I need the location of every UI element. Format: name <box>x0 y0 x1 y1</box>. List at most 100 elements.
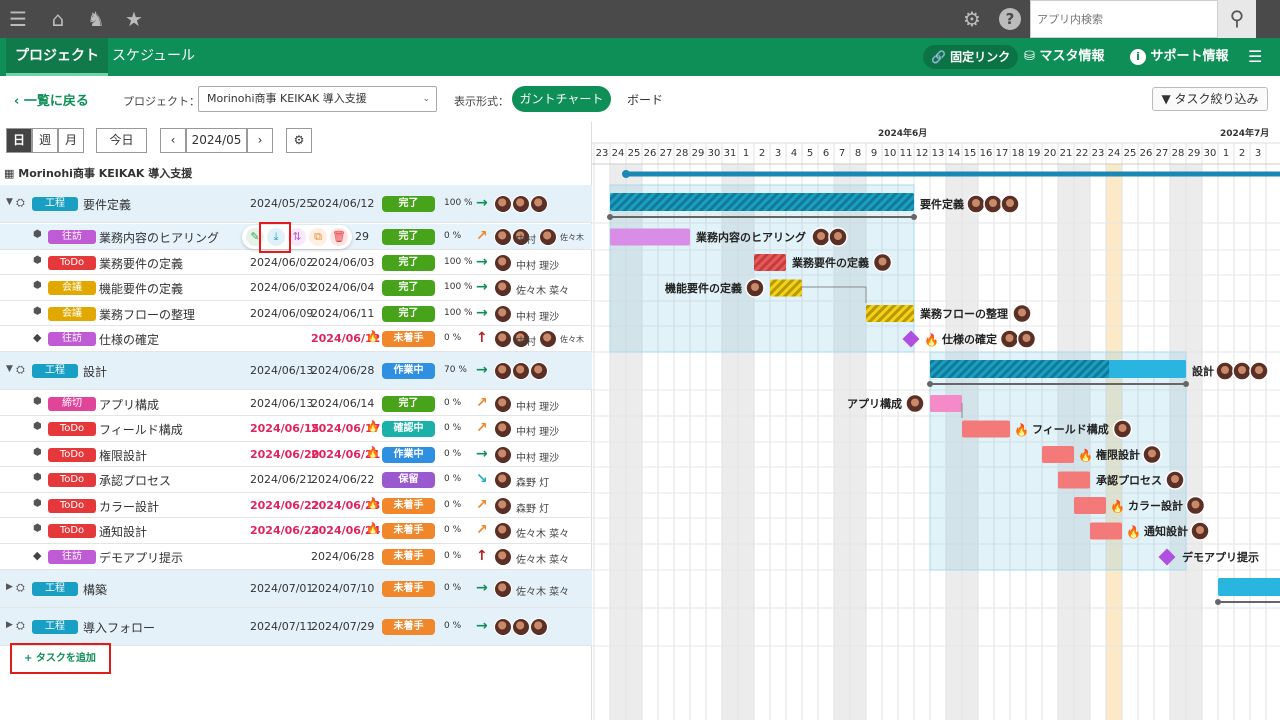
day-view-button[interactable]: 日 <box>6 128 32 153</box>
day-label: 23 <box>1092 148 1105 159</box>
task-title[interactable]: 構築 <box>83 581 107 598</box>
end-date: 2024/06/03 <box>311 255 375 269</box>
task-row[interactable]: ⬢ ToDo 承認プロセス 2024/06/21 2024/06/22 保留 0 % ↘ 森野 … <box>0 467 592 493</box>
hamburger-icon[interactable]: ☰ <box>1248 38 1262 76</box>
gantt-chart-toggle[interactable]: ガントチャート <box>512 86 611 112</box>
search-input[interactable] <box>1031 1 1211 37</box>
delete-icon[interactable]: 🗑 <box>330 228 348 246</box>
assignee-name: 森野 灯 <box>516 503 550 515</box>
cube-icon: ⬢ <box>33 305 42 317</box>
month-display[interactable]: 2024/05 <box>186 128 247 153</box>
task-title[interactable]: 権限設計 <box>99 447 147 464</box>
expand-toggle-icon[interactable]: ▶ <box>6 582 13 592</box>
task-filter-button[interactable]: ▼ タスク絞り込み <box>1152 87 1268 111</box>
next-month-button[interactable]: › <box>247 128 273 153</box>
master-info-link[interactable]: ⛁ マスタ情報 <box>1024 38 1104 76</box>
task-title[interactable]: 要件定義 <box>83 196 131 213</box>
settings-button[interactable]: ⚙ <box>286 128 312 153</box>
day-label: 26 <box>644 148 657 159</box>
task-title[interactable]: 導入フォロー <box>83 619 155 636</box>
star-icon[interactable]: ★ <box>122 7 146 31</box>
status-badge[interactable]: 完了 <box>382 280 435 296</box>
task-row[interactable]: ⬢ ToDo フィールド構成 2024/06/15 2024/06/17 🔥 確認中 0 % ↗… <box>0 416 592 442</box>
tab-schedule[interactable]: スケジュール <box>112 38 195 76</box>
gear-icon[interactable]: ⚙ <box>960 7 984 31</box>
task-title[interactable]: フィールド構成 <box>99 421 183 438</box>
trend-arrow-icon: ↗ <box>476 394 488 411</box>
task-title[interactable]: 業務内容のヒアリング <box>99 229 219 246</box>
task-row[interactable]: ⬢ 会議 業務フローの整理 2024/06/09 2024/06/11 完了 100 % → 中… <box>0 301 592 326</box>
board-toggle[interactable]: ボード <box>627 91 663 108</box>
week-view-button[interactable]: 週 <box>32 128 58 153</box>
progress-percent: 100 % <box>444 256 473 267</box>
task-row[interactable]: ⬢ 締切 アプリ構成 2024/06/13 2024/06/14 完了 0 % ↗ 中村 理沙 <box>0 391 592 416</box>
avatar <box>494 253 512 272</box>
task-row[interactable]: ⬢ ToDo カラー設計 2024/06/22 2024/06/23 🔥 未着手 0 % ↗ 森野… <box>0 493 592 518</box>
status-badge[interactable]: 完了 <box>382 229 435 245</box>
status-badge[interactable]: 未着手 <box>382 331 435 347</box>
task-row[interactable]: ⬢ 会議 機能要件の定義 2024/06/03 2024/06/04 完了 100 % → 佐々… <box>0 275 592 301</box>
group-span-dot <box>911 214 917 220</box>
task-title[interactable]: 機能要件の定義 <box>99 280 183 297</box>
status-badge[interactable]: 未着手 <box>382 549 435 565</box>
status-badge[interactable]: 確認中 <box>382 421 435 437</box>
search-button[interactable]: ⚲ <box>1218 0 1256 38</box>
status-badge[interactable]: 完了 <box>382 196 435 212</box>
day-label: 22 <box>1076 148 1089 159</box>
day-label: 13 <box>932 148 945 159</box>
expand-toggle-icon[interactable]: ▼ <box>6 197 13 207</box>
status-badge[interactable]: 作業中 <box>382 446 435 463</box>
status-badge[interactable]: 未着手 <box>382 497 435 514</box>
today-button[interactable]: 今日 <box>96 128 147 153</box>
expand-toggle-icon[interactable]: ▶ <box>6 620 13 630</box>
home-icon[interactable]: ⌂ <box>46 7 70 31</box>
status-badge[interactable]: 作業中 <box>382 363 435 379</box>
status-badge[interactable]: 完了 <box>382 254 435 271</box>
task-title[interactable]: 仕様の確定 <box>99 331 159 348</box>
avatar-face <box>1191 500 1200 509</box>
status-badge[interactable]: 未着手 <box>382 523 435 539</box>
task-title[interactable]: デモアプリ提示 <box>99 549 183 566</box>
task-row[interactable]: ◆ 往訪 デモアプリ提示 2024/06/28 未着手 0 % ↑ 佐々木 菜々 <box>0 544 592 570</box>
add-task-button[interactable]: + タスクを追加 <box>10 643 111 674</box>
help-icon[interactable]: ? <box>999 8 1021 30</box>
trend-arrow-icon: → <box>476 362 488 378</box>
task-title[interactable]: 通知設計 <box>99 523 147 540</box>
expand-toggle-icon[interactable]: ▼ <box>6 364 13 374</box>
task-row[interactable]: ▼ ⛭ 工程 設計 2024/06/13 2024/06/28 作業中 70 % → <box>0 352 592 390</box>
status-badge[interactable]: 未着手 <box>382 581 435 597</box>
task-title[interactable]: 業務フローの整理 <box>99 306 195 323</box>
status-badge[interactable]: 完了 <box>382 395 435 412</box>
task-row[interactable]: ⬢ ToDo 通知設計 2024/06/23 2024/06/24 🔥 未着手 0 % ↗ 佐々木… <box>0 518 592 544</box>
status-badge[interactable]: 保留 <box>382 472 435 488</box>
month-view-button[interactable]: 月 <box>58 128 84 153</box>
bell-icon[interactable]: ♞ <box>84 7 108 31</box>
status-badge[interactable]: 完了 <box>382 305 435 322</box>
project-select[interactable]: Morinohi商事 KEIKAK 導入支援 ⌄ <box>198 86 437 112</box>
fixed-link-button[interactable]: 🔗 固定リンク <box>923 45 1019 69</box>
task-row[interactable]: ▶ ⛭ 工程 導入フォロー 2024/07/11 2024/07/29 未着手 0 % → <box>0 608 592 646</box>
task-title[interactable]: 承認プロセス <box>99 472 171 489</box>
task-row[interactable]: ⬢ ToDo 業務要件の定義 2024/06/02 2024/06/03 完了 100 % →… <box>0 250 592 275</box>
task-row[interactable]: ▼ ⛭ 工程 要件定義 2024/05/25 2024/06/12 完了 100 % → <box>0 185 592 223</box>
status-badge[interactable]: 未着手 <box>382 619 435 635</box>
back-link[interactable]: ‹ 一覧に戻る <box>14 90 89 109</box>
end-date: 2024/06/04 <box>311 281 375 294</box>
task-row[interactable]: ⬢ ToDo 権限設計 2024/06/20 2024/06/21 🔥 作業中 0 % → 中村 … <box>0 442 592 467</box>
task-row[interactable]: ⬢ 往訪 業務内容のヒアリング 29 完了 0 % ↗ 中村 佐々木 ✎ ⤓ ⇅ ⧉ 🗑 <box>0 224 592 250</box>
cube-icon: ⬢ <box>33 421 42 432</box>
task-title[interactable]: カラー設計 <box>99 498 159 515</box>
task-title[interactable]: アプリ構成 <box>99 396 159 413</box>
task-row[interactable]: ▶ ⛭ 工程 構築 2024/07/01 2024/07/10 未着手 0 % → 佐々木 菜々 <box>0 570 592 608</box>
menu-icon[interactable]: ☰ <box>6 7 30 31</box>
prev-month-button[interactable]: ‹ <box>160 128 186 153</box>
task-row[interactable]: ◆ 往訪 仕様の確定 2024/06/12 🔥 未着手 0 % ↑ 中村 佐々木 <box>0 326 592 352</box>
trend-arrow-icon: ↑ <box>476 330 488 346</box>
day-label: 23 <box>596 148 609 159</box>
task-title[interactable]: 業務要件の定義 <box>99 255 183 272</box>
task-title[interactable]: 設計 <box>83 363 107 380</box>
support-info-link[interactable]: i サポート情報 <box>1130 38 1229 76</box>
tab-project[interactable]: プロジェクト <box>6 38 108 76</box>
progress-percent: 0 % <box>444 499 462 510</box>
copy-icon[interactable]: ⧉ <box>309 228 327 246</box>
